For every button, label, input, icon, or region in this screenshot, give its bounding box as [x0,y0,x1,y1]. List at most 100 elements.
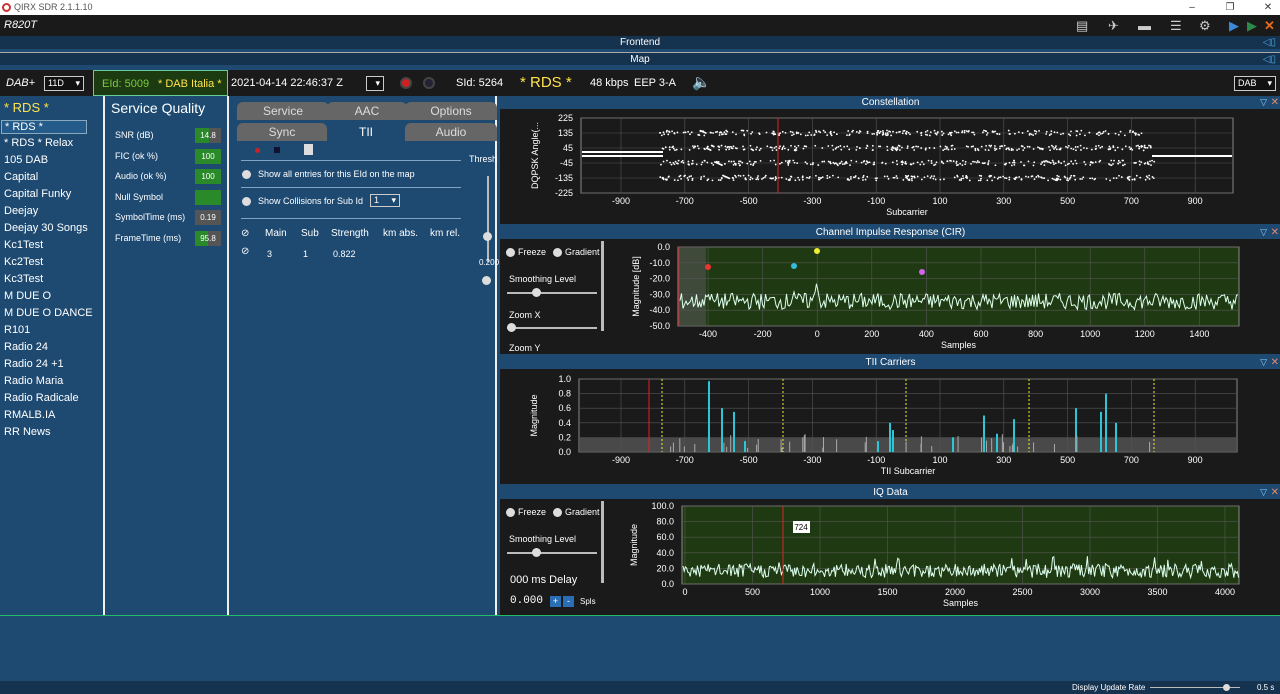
collapse-frontend-icon[interactable]: ◁▯ [1263,36,1276,49]
constellation-point [1038,130,1040,132]
show-all-radio[interactable] [242,170,251,179]
frontend-section-header[interactable]: Frontend ◁▯ [0,36,1280,49]
service-item[interactable]: Capital Funky [4,188,71,200]
service-item[interactable]: RMALB.IA [4,409,55,421]
constellation-point [905,176,907,179]
constellation-point [686,177,689,179]
constellation-point [786,161,789,164]
speaker-icon[interactable]: 🔈 [692,70,711,96]
constellation-point [1128,146,1131,149]
service-item[interactable]: RR News [4,426,50,438]
tii-stop-icon[interactable] [274,147,280,153]
y-axis-label: Magnitude [529,394,539,436]
service-item[interactable]: Deejay [4,205,38,217]
filter-icon[interactable]: ▽ [1260,226,1267,239]
close-panel-icon[interactable]: ✕ [1271,226,1279,239]
stop-x-icon[interactable]: ✕ [1264,18,1275,33]
service-item[interactable]: Deejay 30 Songs [4,222,88,234]
satellite-icon[interactable]: ✈ [1108,18,1119,33]
map-section-header[interactable]: Map ◁▯ [0,52,1280,65]
constellation-point [1072,163,1075,165]
play-icon[interactable]: ▶ [1229,18,1239,33]
constellation-point [980,175,983,177]
service-item[interactable]: * RDS * [1,120,87,134]
thresh-slider-track[interactable] [487,176,489,262]
service-dropdown[interactable] [366,76,384,91]
close-panel-icon[interactable]: ✕ [1271,356,1279,369]
smoothing-handle[interactable] [532,288,541,297]
service-item[interactable]: * RDS * Relax [4,137,73,149]
close-panel-icon[interactable]: ✕ [1271,486,1279,499]
sub-id-select[interactable]: 1 [370,194,400,207]
gradient-checkbox[interactable] [553,508,562,517]
zoomx-slider[interactable] [507,327,597,329]
service-item[interactable]: M DUE O [4,290,51,302]
tab-sync[interactable]: Sync [237,123,327,141]
constellation-point [781,148,784,151]
thresh-slider-handle[interactable] [483,232,492,241]
service-item[interactable]: Radio Radicale [4,392,79,404]
update-rate-handle[interactable] [1223,684,1230,691]
freeze-checkbox[interactable] [506,508,515,517]
zoomx-handle[interactable] [507,323,516,332]
tab-audio[interactable]: Audio [405,123,497,141]
gradient-checkbox[interactable] [553,248,562,257]
map-icon[interactable]: ▤ [1076,18,1088,33]
delay-minus-button[interactable]: - [563,596,574,607]
service-item[interactable]: Kc1Test [4,239,43,251]
tii-record-icon[interactable] [255,148,260,153]
tab-service[interactable]: Service [237,102,329,120]
service-item[interactable]: Capital [4,171,38,183]
constellation-point [960,177,963,180]
filter-icon[interactable]: ▽ [1260,356,1267,369]
smoothing-label: Smoothing Level [509,534,577,544]
close-window-button[interactable]: ✕ [1258,0,1278,15]
service-item[interactable]: M DUE O DANCE [4,307,93,319]
show-collisions-radio[interactable] [242,197,251,206]
smoothing-slider[interactable] [507,552,597,554]
close-panel-icon[interactable]: ✕ [1271,96,1279,109]
constellation-point [928,147,931,149]
constellation-point [836,163,839,166]
tab-options[interactable]: Options [405,102,497,120]
play-green-icon[interactable]: ▶ [1247,18,1257,33]
service-item[interactable]: R101 [4,324,30,336]
constellation-point [946,160,949,163]
service-item[interactable]: 105 DAB [4,154,48,166]
constellation-point [1041,161,1043,163]
filter-icon[interactable]: ▽ [1260,486,1267,499]
x-tick-label: 600 [973,329,988,339]
service-item[interactable]: Kc3Test [4,273,43,285]
channel-select[interactable]: 11D [44,76,84,91]
smoothing-handle[interactable] [532,548,541,557]
tab-tii[interactable]: TII [327,123,405,141]
service-item[interactable]: Radio 24 +1 [4,358,64,370]
row-check-icon[interactable]: ⊘ [241,246,249,257]
delay-plus-button[interactable]: + [550,596,561,607]
check-all-icon[interactable]: ⊘ [241,228,249,239]
record-icon[interactable] [400,77,412,89]
minus-icon[interactable]: ▬ [1138,18,1151,33]
x-tick-label: 3500 [1147,587,1167,597]
freeze-checkbox[interactable] [506,248,515,257]
filter-icon[interactable]: ▽ [1260,96,1267,109]
settings-gear-icon[interactable]: ⚙ [1199,18,1211,33]
minimize-button[interactable]: – [1182,0,1202,15]
constellation-point [886,175,889,178]
constellation-point [783,147,786,150]
service-item[interactable]: Radio 24 [4,341,48,353]
mode-select[interactable]: DAB [1234,76,1276,91]
thresh-radio[interactable] [482,276,491,285]
constellation-point [883,175,886,178]
list-icon[interactable]: ☰ [1170,18,1182,33]
service-item[interactable]: Kc2Test [4,256,43,268]
tab-aac[interactable]: AAC [327,102,407,120]
service-item[interactable]: Radio Maria [4,375,63,387]
constellation-point [662,131,665,134]
smoothing-slider[interactable] [507,292,597,294]
tii-file-icon[interactable] [304,144,313,155]
collapse-map-icon[interactable]: ◁▯ [1263,53,1276,66]
constellation-point [683,175,686,178]
stop-record-icon[interactable] [423,77,435,89]
restore-button[interactable]: ❐ [1220,0,1240,15]
